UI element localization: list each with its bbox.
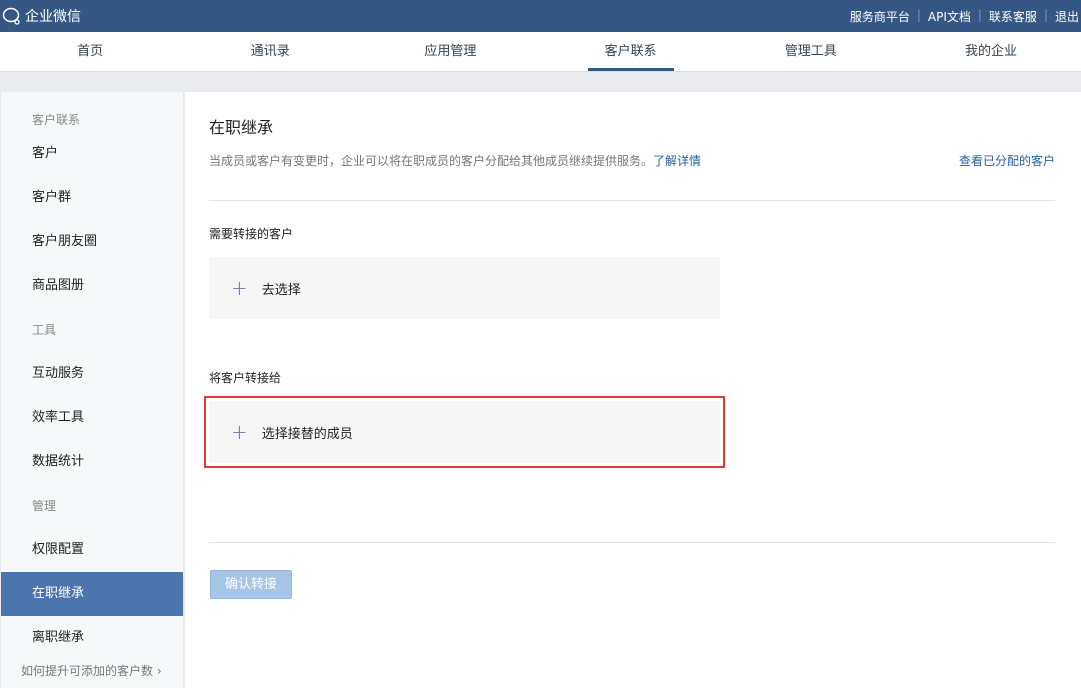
sidebar: 客户联系 客户 客户群 客户朋友圈 商品图册 工具 互动服务 效率工具 数据统计… bbox=[1, 92, 184, 688]
sidebar-item-permissions[interactable]: 权限配置 bbox=[1, 528, 183, 572]
api-docs-link[interactable]: API文档 bbox=[921, 8, 978, 25]
tab-contacts[interactable]: 通讯录 bbox=[180, 32, 360, 71]
tab-management-tools[interactable]: 管理工具 bbox=[721, 32, 901, 71]
select-customers-button[interactable]: + 去选择 bbox=[209, 257, 720, 319]
section-label: 需要转接的客户 bbox=[209, 227, 294, 241]
sidebar-item-moments[interactable]: 客户朋友圈 bbox=[1, 220, 183, 264]
service-platform-link[interactable]: 服务商平台 bbox=[843, 8, 917, 25]
tab-apps[interactable]: 应用管理 bbox=[360, 32, 540, 71]
wecom-logo-icon bbox=[2, 7, 20, 25]
plus-icon: + bbox=[231, 420, 248, 444]
increase-limit-link[interactable]: 如何提升可添加的客户数 › bbox=[1, 662, 183, 679]
sidebar-item-interaction[interactable]: 互动服务 bbox=[1, 352, 183, 396]
page-title: 在职继承 bbox=[209, 118, 274, 137]
sidebar-group-title: 管理 bbox=[32, 499, 57, 513]
section-label: 将客户转接给 bbox=[209, 371, 282, 385]
sidebar-group-title: 客户联系 bbox=[32, 113, 81, 127]
tab-my-company[interactable]: 我的企业 bbox=[901, 32, 1081, 71]
logo[interactable]: 企业微信 bbox=[2, 6, 81, 26]
sidebar-item-product-album[interactable]: 商品图册 bbox=[1, 264, 183, 308]
tab-customer-contact[interactable]: 客户联系 bbox=[541, 32, 721, 71]
sidebar-item-active-transfer[interactable]: 在职继承 bbox=[1, 572, 183, 616]
logout-link[interactable]: 退出 bbox=[1048, 8, 1081, 25]
sidebar-item-customer-groups[interactable]: 客户群 bbox=[1, 176, 183, 220]
main-nav: 首页 通讯录 应用管理 客户联系 管理工具 我的企业 bbox=[0, 32, 1081, 72]
page-description: 当成员或客户有变更时，企业可以将在职成员的客户分配给其他成员继续提供服务。了解详… bbox=[209, 152, 701, 169]
sidebar-item-resigned-transfer[interactable]: 离职继承 bbox=[1, 616, 183, 660]
plus-icon: + bbox=[231, 276, 248, 300]
chevron-right-icon: › bbox=[156, 664, 162, 678]
increase-limit-label: 如何提升可添加的客户数 bbox=[21, 664, 154, 678]
sidebar-group-title: 工具 bbox=[32, 323, 57, 337]
sidebar-item-efficiency[interactable]: 效率工具 bbox=[1, 396, 183, 440]
app-name: 企业微信 bbox=[25, 9, 81, 25]
divider bbox=[209, 200, 1055, 201]
tab-home[interactable]: 首页 bbox=[0, 32, 180, 71]
select-member-button[interactable]: + 选择接替的成员 bbox=[204, 396, 725, 468]
view-assigned-link[interactable]: 查看已分配的客户 bbox=[959, 152, 1055, 169]
top-bar: 企业微信 服务商平台 | API文档 | 联系客服 | 退出 bbox=[0, 0, 1081, 32]
divider bbox=[209, 542, 1055, 543]
main-panel: 在职继承 当成员或客户有变更时，企业可以将在职成员的客户分配给其他成员继续提供服… bbox=[185, 92, 1081, 688]
description-text: 当成员或客户有变更时，企业可以将在职成员的客户分配给其他成员继续提供服务。 bbox=[209, 154, 654, 168]
learn-more-link[interactable]: 了解详情 bbox=[653, 154, 701, 168]
sidebar-item-customers[interactable]: 客户 bbox=[1, 132, 183, 176]
select-customers-label: 去选择 bbox=[261, 282, 301, 298]
contact-support-link[interactable]: 联系客服 bbox=[982, 8, 1044, 25]
confirm-transfer-button[interactable]: 确认转接 bbox=[210, 570, 292, 599]
select-member-label: 选择接替的成员 bbox=[261, 426, 353, 442]
sidebar-item-statistics[interactable]: 数据统计 bbox=[1, 440, 183, 484]
